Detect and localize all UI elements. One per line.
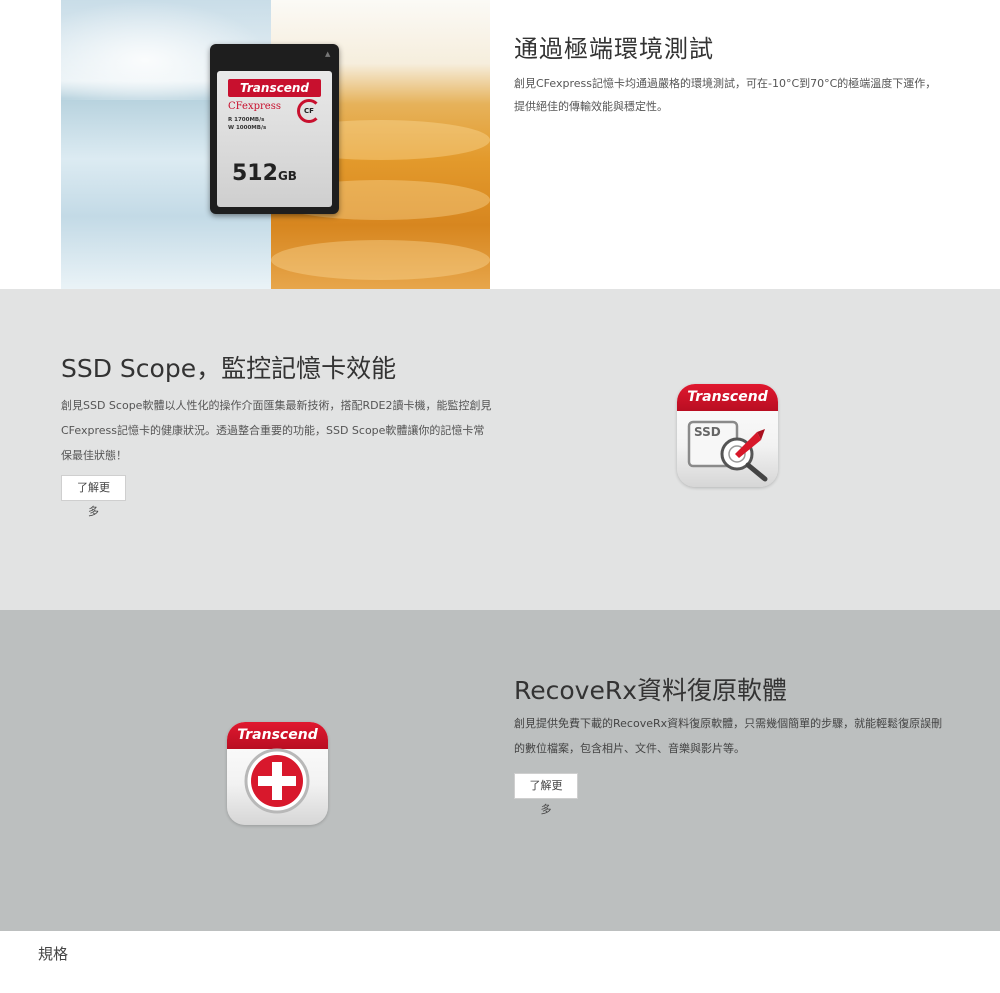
cf-logo-icon: CF — [297, 99, 321, 123]
ssd-icon-label: SSD — [694, 425, 721, 439]
ssd-scope-learn-more-button[interactable]: 了解更多 — [61, 475, 126, 518]
environment-title: 通過極端環境測試 — [514, 35, 714, 63]
card-notch-icon: ▲ — [325, 50, 331, 58]
recoverx-app-icon: Transcend — [227, 722, 328, 825]
environment-description: 創見CFexpress記憶卡均通過嚴格的環境測試，可在-10°C到70°C的極端… — [514, 77, 937, 113]
card-brand: Transcend — [228, 79, 321, 97]
spec-tab-label[interactable]: 規格 — [38, 943, 68, 964]
cfexpress-card-image: ▲ Transcend CFexpress R 1700MB/s W 1000M… — [210, 44, 339, 214]
section-environment: ▲ Transcend CFexpress R 1700MB/s W 1000M… — [0, 0, 1000, 289]
recoverx-learn-more-button[interactable]: 了解更多 — [514, 773, 578, 816]
card-read-speed: R 1700MB/s — [228, 117, 265, 123]
ssd-scope-description: 創見SSD Scope軟體以人性化的操作介面匯集最新技術，搭配RDE2讀卡機，能… — [61, 399, 492, 462]
spec-section-header: 規格 — [0, 931, 1000, 993]
ssd-scope-title: SSD Scope，監控記憶卡效能 — [61, 354, 397, 383]
ssd-magnifier-icon — [687, 420, 768, 482]
section-recoverx: Transcend RecoveRx資料復原軟體 創見提供免費下載的Recove… — [0, 610, 1000, 931]
recoverx-title: RecoveRx資料復原軟體 — [514, 676, 788, 705]
ssd-scope-app-icon: Transcend SSD — [677, 384, 778, 487]
section-ssd-scope: SSD Scope，監控記憶卡效能 創見SSD Scope軟體以人性化的操作介面… — [0, 289, 1000, 610]
red-cross-icon — [244, 748, 310, 814]
hero-image-ice-desert: ▲ Transcend CFexpress R 1700MB/s W 1000M… — [61, 0, 490, 289]
card-label: Transcend CFexpress R 1700MB/s W 1000MB/… — [217, 71, 332, 207]
card-write-speed: W 1000MB/s — [228, 125, 267, 131]
recoverx-description: 創見提供免費下載的RecoveRx資料復原軟體，只需幾個簡單的步驟，就能輕鬆復原… — [514, 717, 943, 755]
card-capacity: 512GB — [232, 161, 297, 186]
card-type: CFexpress — [228, 101, 281, 112]
